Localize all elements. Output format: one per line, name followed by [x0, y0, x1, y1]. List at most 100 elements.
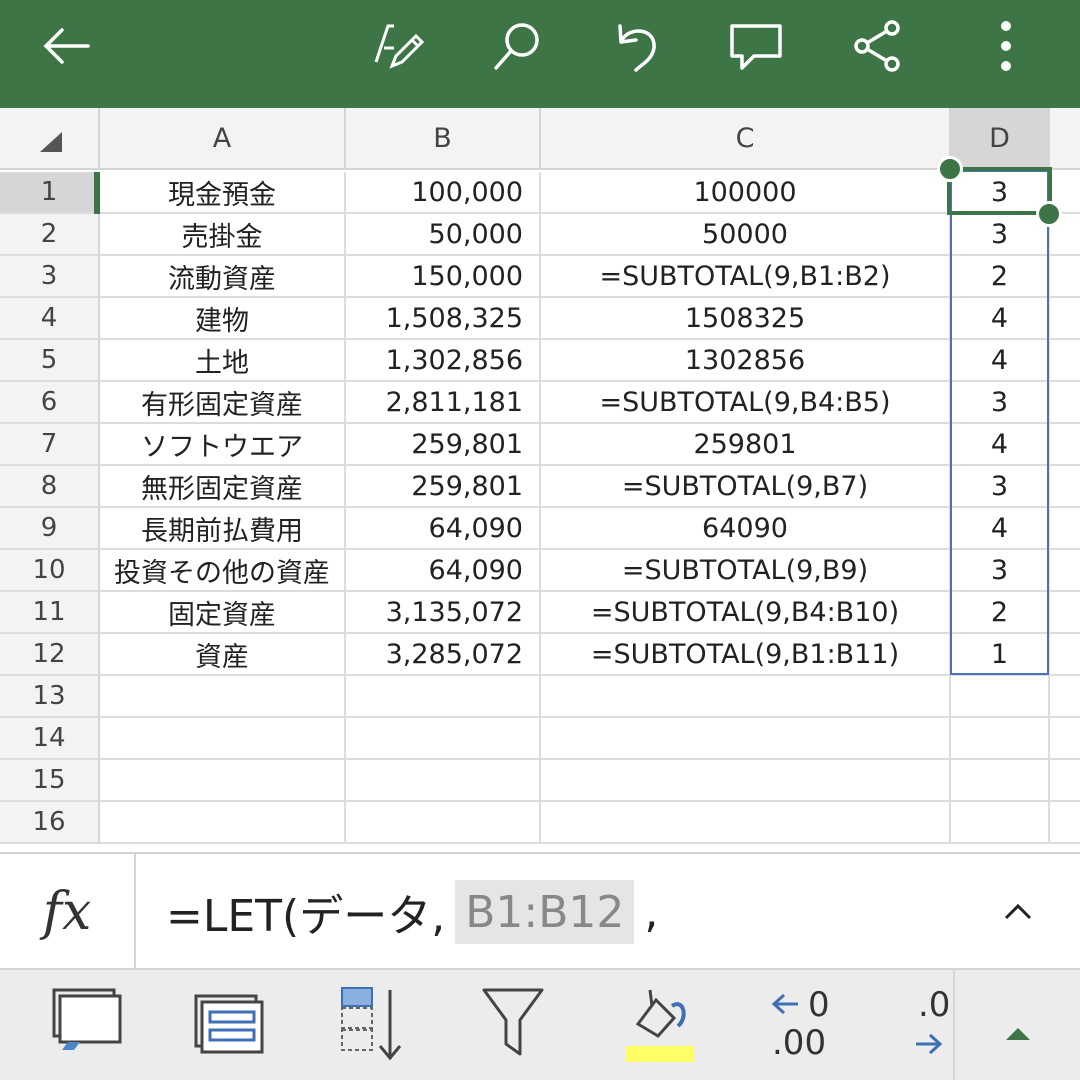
cell-d9[interactable]: 4	[951, 508, 1050, 550]
cell-d11[interactable]: 2	[951, 592, 1050, 634]
cell-e11[interactable]	[1050, 592, 1080, 634]
row-header-13[interactable]: 13	[0, 676, 100, 718]
format-cells-icon[interactable]	[40, 984, 130, 1068]
cell-a1[interactable]: 現金預金	[100, 172, 346, 214]
cell-b15[interactable]	[346, 760, 541, 802]
cell-c15[interactable]	[541, 760, 951, 802]
cell-c11[interactable]: =SUBTOTAL(9,B4:B10)	[541, 592, 951, 634]
cell-e7[interactable]	[1050, 424, 1080, 466]
share-icon[interactable]	[846, 14, 910, 78]
cell-d7[interactable]: 4	[951, 424, 1050, 466]
cell-a6[interactable]: 有形固定資産	[100, 382, 346, 424]
cell-e8[interactable]	[1050, 466, 1080, 508]
cell-b3[interactable]: 150,000	[346, 256, 541, 298]
filter-icon[interactable]	[468, 984, 558, 1068]
cell-a13[interactable]	[100, 676, 346, 718]
cell-b7[interactable]: 259,801	[346, 424, 541, 466]
cell-c8[interactable]: =SUBTOTAL(9,B7)	[541, 466, 951, 508]
cell-b4[interactable]: 1,508,325	[346, 298, 541, 340]
cell-d1[interactable]: 3	[951, 172, 1050, 214]
cell-d10[interactable]: 3	[951, 550, 1050, 592]
undo-icon[interactable]	[604, 14, 668, 78]
column-header-e[interactable]	[1050, 108, 1080, 170]
cell-b13[interactable]	[346, 676, 541, 718]
column-header-d[interactable]: D	[951, 108, 1050, 170]
cell-b6[interactable]: 2,811,181	[346, 382, 541, 424]
table-style-icon[interactable]	[182, 984, 272, 1068]
chevron-up-icon[interactable]	[998, 892, 1038, 932]
cell-c6[interactable]: =SUBTOTAL(9,B4:B5)	[541, 382, 951, 424]
cell-b1[interactable]: 100,000	[346, 172, 541, 214]
cell-e16[interactable]	[1050, 802, 1080, 844]
cell-c4[interactable]: 1508325	[541, 298, 951, 340]
selection-handle-top-left[interactable]	[937, 156, 963, 182]
cell-b10[interactable]: 64,090	[346, 550, 541, 592]
cell-e14[interactable]	[1050, 718, 1080, 760]
row-header-10[interactable]: 10	[0, 550, 100, 592]
cell-a12[interactable]: 資産	[100, 634, 346, 676]
fill-color-icon[interactable]	[614, 984, 704, 1068]
cell-e6[interactable]	[1050, 382, 1080, 424]
cell-a2[interactable]: 売掛金	[100, 214, 346, 256]
cell-b9[interactable]: 64,090	[346, 508, 541, 550]
row-header-5[interactable]: 5	[0, 340, 100, 382]
cell-d14[interactable]	[951, 718, 1050, 760]
row-header-7[interactable]: 7	[0, 424, 100, 466]
cell-e13[interactable]	[1050, 676, 1080, 718]
more-vertical-icon[interactable]	[970, 14, 1034, 78]
cell-e9[interactable]	[1050, 508, 1080, 550]
cell-c1[interactable]: 100000	[541, 172, 951, 214]
cell-b12[interactable]: 3,285,072	[346, 634, 541, 676]
cell-a8[interactable]: 無形固定資産	[100, 466, 346, 508]
cell-c16[interactable]	[541, 802, 951, 844]
row-header-2[interactable]: 2	[0, 214, 100, 256]
row-header-14[interactable]: 14	[0, 718, 100, 760]
row-header-16[interactable]: 16	[0, 802, 100, 844]
cell-b5[interactable]: 1,302,856	[346, 340, 541, 382]
cell-a15[interactable]	[100, 760, 346, 802]
cell-b8[interactable]: 259,801	[346, 466, 541, 508]
cell-d15[interactable]	[951, 760, 1050, 802]
cell-a14[interactable]	[100, 718, 346, 760]
cell-a9[interactable]: 長期前払費用	[100, 508, 346, 550]
row-header-9[interactable]: 9	[0, 508, 100, 550]
search-icon[interactable]	[484, 14, 548, 78]
selection-handle-bottom-right[interactable]	[1036, 201, 1062, 227]
cell-e3[interactable]	[1050, 256, 1080, 298]
row-header-4[interactable]: 4	[0, 298, 100, 340]
expand-up-icon[interactable]	[974, 984, 1064, 1068]
formula-input[interactable]: =LET(データ, B1:B12 ,	[166, 880, 658, 944]
cell-b11[interactable]: 3,135,072	[346, 592, 541, 634]
row-header-6[interactable]: 6	[0, 382, 100, 424]
cell-d4[interactable]: 4	[951, 298, 1050, 340]
decrease-decimal-icon[interactable]: 0.00	[762, 984, 852, 1068]
back-arrow-icon[interactable]	[34, 14, 98, 78]
cell-b14[interactable]	[346, 718, 541, 760]
row-header-3[interactable]: 3	[0, 256, 100, 298]
column-header-a[interactable]: A	[100, 108, 346, 170]
cell-d3[interactable]: 2	[951, 256, 1050, 298]
function-button[interactable]: fx	[0, 854, 136, 970]
cell-c5[interactable]: 1302856	[541, 340, 951, 382]
cell-c2[interactable]: 50000	[541, 214, 951, 256]
cell-d8[interactable]: 3	[951, 466, 1050, 508]
cell-a3[interactable]: 流動資産	[100, 256, 346, 298]
cell-a4[interactable]: 建物	[100, 298, 346, 340]
cell-a16[interactable]	[100, 802, 346, 844]
increase-decimal-icon[interactable]: .0	[900, 984, 954, 1068]
cell-c9[interactable]: 64090	[541, 508, 951, 550]
cell-b2[interactable]: 50,000	[346, 214, 541, 256]
cell-e4[interactable]	[1050, 298, 1080, 340]
cell-c12[interactable]: =SUBTOTAL(9,B1:B11)	[541, 634, 951, 676]
cell-a7[interactable]: ソフトウエア	[100, 424, 346, 466]
comment-icon[interactable]	[724, 14, 788, 78]
cell-e12[interactable]	[1050, 634, 1080, 676]
edit-pen-icon[interactable]	[366, 14, 430, 78]
cell-c10[interactable]: =SUBTOTAL(9,B9)	[541, 550, 951, 592]
cell-b16[interactable]	[346, 802, 541, 844]
cell-a11[interactable]: 固定資産	[100, 592, 346, 634]
cell-c7[interactable]: 259801	[541, 424, 951, 466]
cell-a10[interactable]: 投資その他の資産	[100, 550, 346, 592]
cell-d2[interactable]: 3	[951, 214, 1050, 256]
cell-d6[interactable]: 3	[951, 382, 1050, 424]
